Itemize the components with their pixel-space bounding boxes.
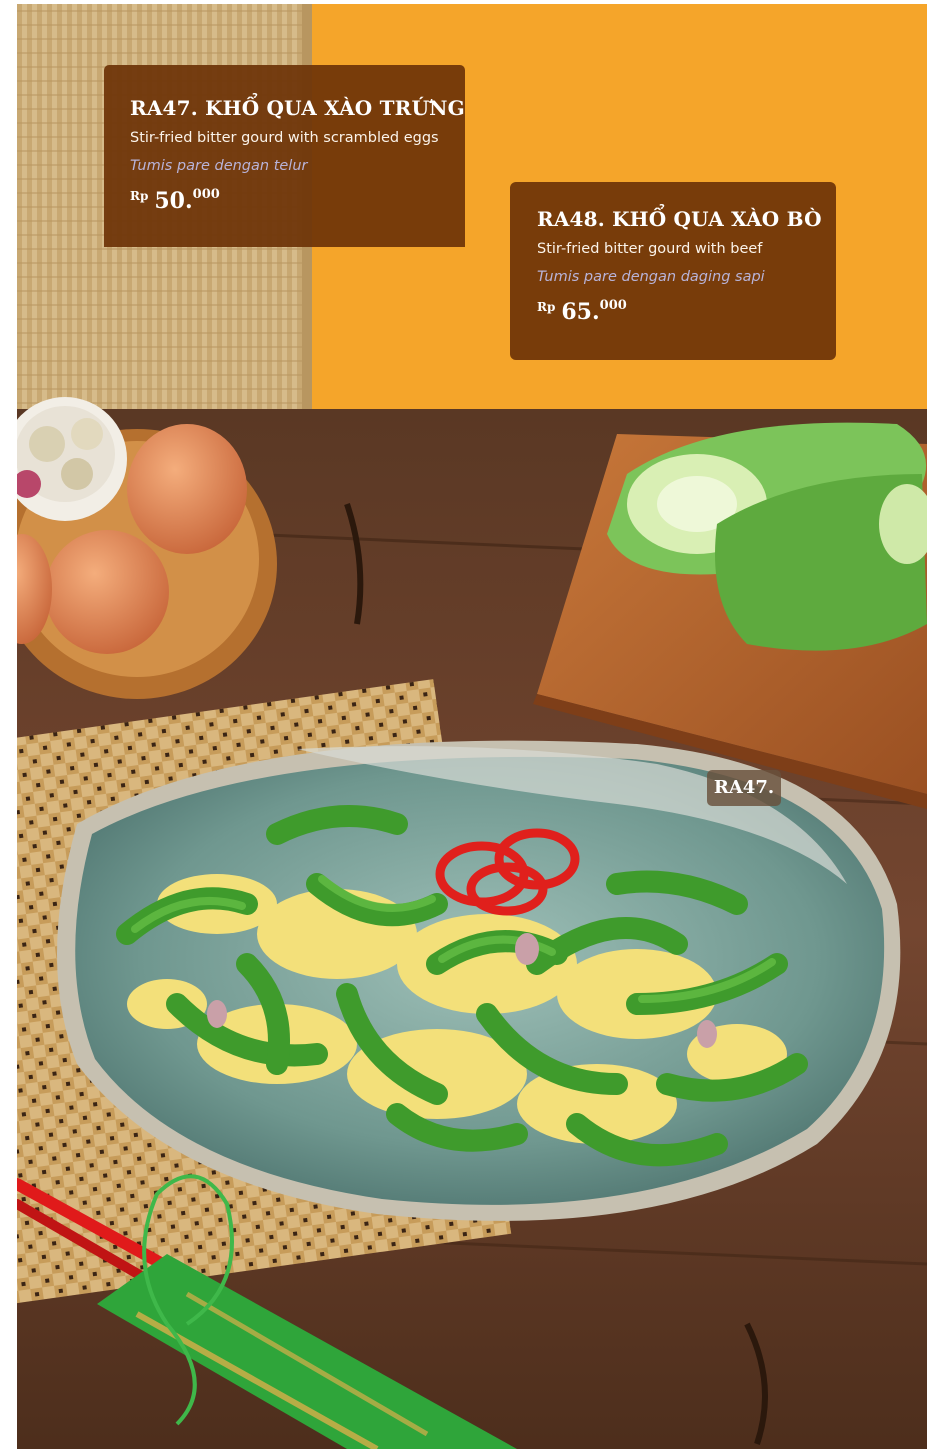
item-indonesian-description: Tumis pare dengan telur xyxy=(130,158,308,174)
item-price: Rp 50.000 xyxy=(130,187,441,214)
menu-item-ra47: RA47. KHỔ QUA XÀO TRỨNG Stir-fried bitte… xyxy=(104,65,465,247)
item-price: Rp 65.000 xyxy=(537,298,812,325)
photo-item-tag: RA47. xyxy=(707,770,781,806)
item-english-description: Stir-fried bitter gourd with beef xyxy=(537,241,763,257)
price-main: 65. xyxy=(561,299,600,325)
item-title: RA47. KHỔ QUA XÀO TRỨNG xyxy=(130,96,465,120)
price-currency: Rp xyxy=(537,300,556,314)
menu-item-ra48: RA48. KHỔ QUA XÀO BÒ Stir-fried bitter g… xyxy=(510,182,836,360)
item-title: RA48. KHỔ QUA XÀO BÒ xyxy=(537,207,822,231)
item-indonesian-description: Tumis pare dengan daging sapi xyxy=(537,269,765,285)
price-thousands: 000 xyxy=(599,298,627,313)
menu-page: RA47. KHỔ QUA XÀO TRỨNG Stir-fried bitte… xyxy=(0,0,930,1453)
item-english-description: Stir-fried bitter gourd with scrambled e… xyxy=(130,130,439,146)
price-currency: Rp xyxy=(130,189,149,203)
price-main: 50. xyxy=(154,188,193,214)
price-thousands: 000 xyxy=(192,187,220,202)
